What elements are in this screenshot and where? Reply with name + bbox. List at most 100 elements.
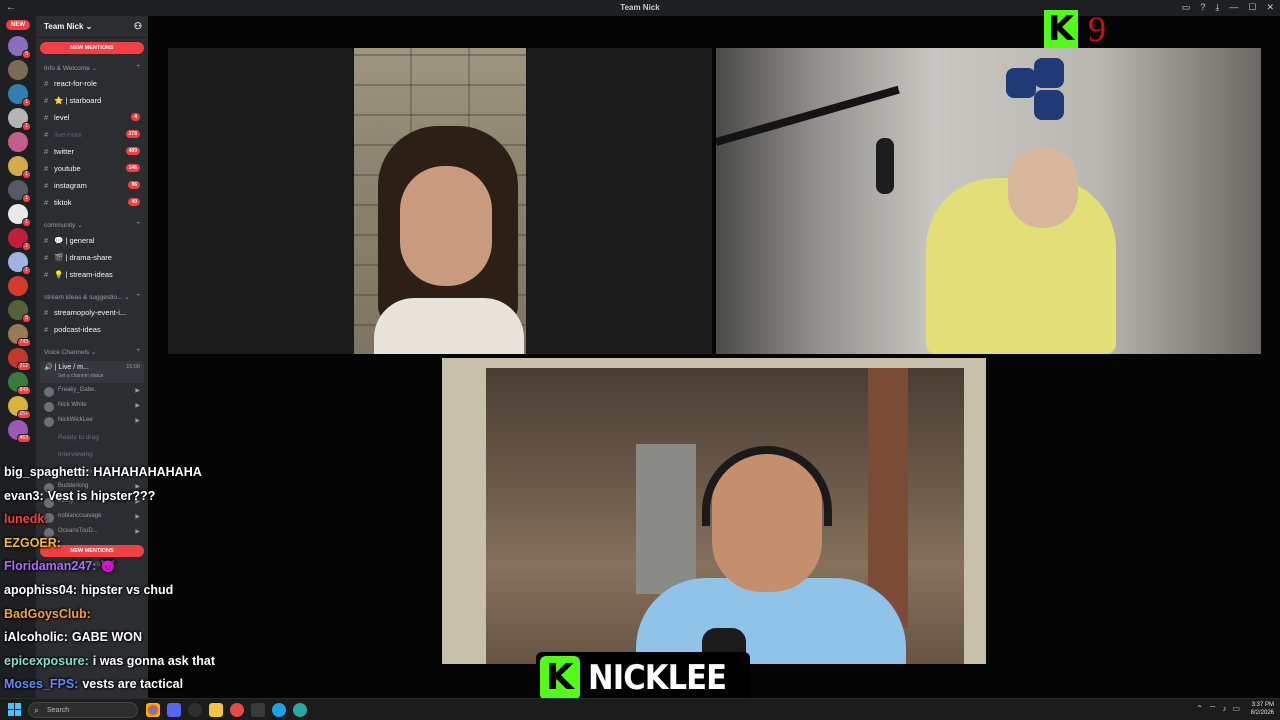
new-mentions-pill[interactable]: NEW MENTIONS	[40, 42, 144, 54]
category-header[interactable]: stream ideas & suggestio... ⌄ +	[36, 283, 148, 304]
chat-username: epicexposure:	[4, 653, 89, 668]
server-icon[interactable]: 743	[8, 324, 31, 347]
edge-app-icon[interactable]	[272, 703, 286, 717]
close-icon[interactable]: ✕	[1266, 2, 1274, 13]
edge-beta-app-icon[interactable]	[293, 703, 307, 717]
server-icon[interactable]: 15+	[8, 396, 31, 419]
voice-user[interactable]: Freaky_Gabe. ▶	[36, 385, 148, 400]
help-icon[interactable]: ?	[1200, 2, 1205, 13]
person-face	[400, 166, 492, 286]
add-channel-icon[interactable]: +	[136, 292, 140, 299]
server-name-header[interactable]: Team Nick ⌄ ⚇	[36, 16, 148, 38]
server-badge: 849	[16, 386, 31, 395]
add-member-icon[interactable]: ⚇	[134, 21, 142, 32]
server-badge: 463	[16, 434, 31, 443]
video-tile-gabe[interactable]	[168, 48, 712, 354]
wifi-icon[interactable]: ⌔	[1209, 704, 1217, 714]
chat-username: evan3:	[4, 488, 44, 503]
channel-item[interactable]: # twitter 489	[36, 143, 148, 160]
channel-item[interactable]: # streamopoly-event-i...	[36, 304, 148, 321]
channel-item[interactable]: # instagram 96	[36, 177, 148, 194]
server-icon[interactable]	[8, 132, 28, 152]
ready-to-drag-label: Ready to drag	[58, 434, 99, 441]
chrome-app-icon[interactable]	[146, 703, 160, 717]
new-badge: NEW	[6, 20, 30, 30]
chat-username: iAlcoholic:	[4, 630, 68, 645]
server-icon[interactable]: 1	[8, 108, 31, 131]
video-feed	[354, 48, 526, 354]
server-badge: 1	[22, 170, 31, 179]
voice-channel-name: | Live / m...	[54, 364, 89, 371]
windows-start-icon[interactable]	[8, 703, 21, 716]
clock-time: 3:37 PM	[1251, 702, 1274, 708]
inbox-icon[interactable]: ▭	[1182, 2, 1191, 13]
chat-message: big_spaghetti: HAHAHAHAHAHA	[4, 462, 304, 486]
channel-name: react-for-role	[54, 79, 97, 88]
channel-item[interactable]: # podcast-ideas	[36, 321, 148, 338]
server-icon[interactable]: 1	[8, 84, 31, 107]
server-icon[interactable]: 5	[8, 36, 31, 59]
server-icon[interactable]: 1	[8, 180, 31, 203]
kick-logo-icon	[540, 656, 580, 700]
terminal-app-icon[interactable]	[251, 703, 265, 717]
server-icon[interactable]: 5	[8, 300, 31, 323]
channel-item[interactable]: # tiktok 40	[36, 194, 148, 211]
taskbar-clock[interactable]: 3:37 PM 8/2/2026	[1251, 701, 1274, 717]
windows-taskbar: ⌕ Search ⌃ ⌔ ♪ ▭ 3:37 PM 8/2/2026	[0, 698, 1280, 720]
chat-text: HAHAHAHAHAHA	[93, 465, 202, 479]
category-voice-channels[interactable]: Voice Channels ⌄ +	[36, 338, 148, 359]
channel-item[interactable]: # youtube 146	[36, 160, 148, 177]
add-channel-icon[interactable]: +	[136, 63, 140, 70]
kick-logo-icon	[1044, 10, 1078, 48]
channel-item[interactable]: # react-for-role	[36, 75, 148, 92]
channel-item[interactable]: # level 4	[36, 109, 148, 126]
streamer-name: NICKLEE	[588, 658, 727, 698]
server-icon[interactable]: 1	[8, 252, 31, 275]
voice-channel-live[interactable]: 🔊 | Live / m... 15:00 Set a channel stat…	[40, 361, 144, 383]
voice-user[interactable]: NickWickLee ▶	[36, 415, 148, 430]
category-header[interactable]: community ⌄ +	[36, 211, 148, 232]
server-icon[interactable]: 849	[8, 372, 31, 395]
server-badge: 15+	[16, 410, 31, 419]
server-icon[interactable]: 463	[8, 420, 31, 443]
server-icon[interactable]	[8, 276, 28, 296]
folder-app-icon[interactable]	[209, 703, 223, 717]
chevron-up-icon[interactable]: ⌃	[1196, 704, 1203, 714]
taskbar-search[interactable]: ⌕ Search	[28, 702, 138, 718]
channel-item[interactable]: # live-now 278	[36, 126, 148, 143]
app-icon[interactable]	[230, 703, 244, 717]
volume-icon[interactable]: ♪	[1222, 704, 1226, 714]
server-icon[interactable]: 1	[8, 204, 31, 227]
voice-user-name: Nick White	[58, 402, 87, 408]
minimize-icon[interactable]: —	[1229, 2, 1238, 13]
voice-channel-status[interactable]: Set a channel status	[58, 373, 140, 379]
video-tile-nicklee[interactable]	[442, 358, 986, 664]
hash-icon: #	[44, 308, 49, 317]
category-header[interactable]: Info & Welcome ⌄ +	[36, 54, 148, 75]
category-label: Info & Welcome	[44, 65, 90, 72]
server-badge: 1	[22, 98, 31, 107]
channel-name: ⭐ | starboard	[54, 96, 102, 105]
server-icon[interactable]: 1	[8, 156, 31, 179]
camera-icon: ▶	[135, 403, 140, 409]
video-tile-nick-white[interactable]	[716, 48, 1261, 354]
channel-item[interactable]: # 🎬 | drama-share	[36, 249, 148, 266]
maximize-icon[interactable]: ☐	[1248, 2, 1256, 13]
channel-item[interactable]: # 💬 | general	[36, 232, 148, 249]
channel-name: streamopoly-event-i...	[54, 308, 127, 317]
discord-app-icon[interactable]	[167, 703, 181, 717]
download-icon[interactable]: ⤓	[1215, 2, 1219, 13]
battery-icon[interactable]: ▭	[1232, 704, 1240, 714]
server-icon[interactable]: 2	[8, 228, 31, 251]
server-icon[interactable]	[8, 60, 28, 80]
server-icon[interactable]: 212	[8, 348, 31, 371]
add-channel-icon[interactable]: +	[136, 347, 140, 354]
channel-item[interactable]: # 💡 | stream-ideas	[36, 266, 148, 283]
server-badge: 1	[22, 266, 31, 275]
obs-app-icon[interactable]	[188, 703, 202, 717]
hash-icon: #	[44, 198, 49, 207]
voice-user[interactable]: Nick White ▶	[36, 400, 148, 415]
add-channel-icon[interactable]: +	[136, 220, 140, 227]
chat-text: vests are tactical	[82, 677, 184, 692]
channel-item[interactable]: # ⭐ | starboard	[36, 92, 148, 109]
